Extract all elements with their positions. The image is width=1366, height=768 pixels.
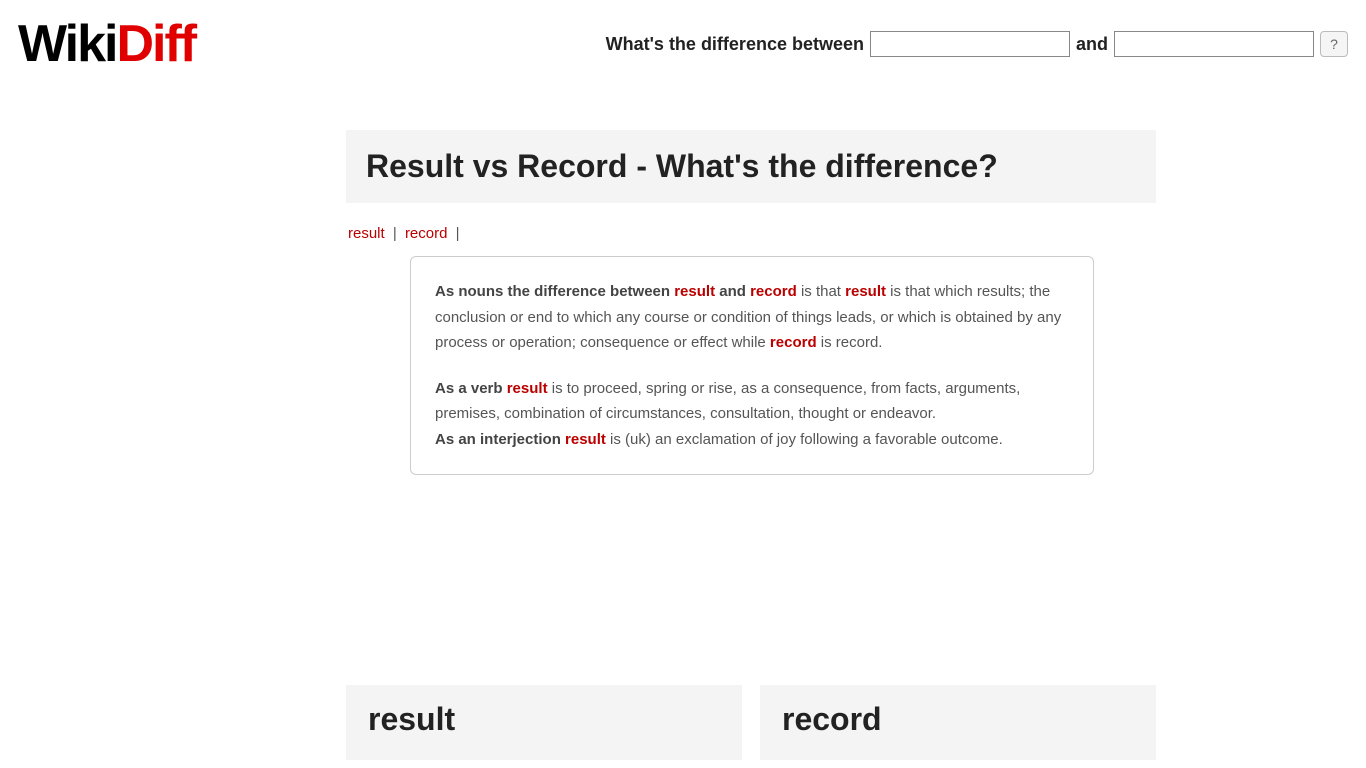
summary-lead: As a verb (435, 380, 507, 397)
summary-lead: As nouns the difference between (435, 283, 674, 300)
summary-lead: As an interjection (435, 431, 565, 448)
term-result: result (507, 380, 548, 397)
page-title-bar: Result vs Record - What's the difference… (346, 130, 1156, 203)
summary-verb-interjection: As a verb result is to proceed, spring o… (435, 376, 1069, 453)
crumb-result[interactable]: result (348, 225, 385, 242)
summary-text: is (uk) an exclamation of joy following … (606, 431, 1003, 448)
word1-input[interactable] (870, 31, 1070, 57)
crumb-sep: | (456, 225, 460, 242)
search-and: and (1076, 34, 1108, 55)
term-record: record (750, 283, 797, 300)
term-result: result (565, 431, 606, 448)
term-result: result (845, 283, 886, 300)
column-heading: record (782, 701, 1134, 738)
summary-text: is that (797, 283, 845, 300)
column-record: record (760, 685, 1156, 760)
term-record: record (770, 334, 817, 351)
column-result: result (346, 685, 742, 760)
summary-and: and (715, 283, 750, 300)
crumb-record[interactable]: record (405, 225, 448, 242)
logo-part2: Diff (116, 15, 195, 73)
breadcrumb: result | record | (348, 225, 1156, 242)
logo-part1: Wiki (18, 15, 116, 73)
search-form: What's the difference between and ? (606, 31, 1348, 57)
help-button[interactable]: ? (1320, 31, 1348, 57)
summary-box: As nouns the difference between result a… (410, 256, 1094, 475)
summary-text: is record. (817, 334, 883, 351)
column-heading: result (368, 701, 720, 738)
page-title: Result vs Record - What's the difference… (366, 148, 1136, 185)
search-prompt: What's the difference between (606, 34, 864, 55)
summary-nouns: As nouns the difference between result a… (435, 279, 1069, 356)
term-result: result (674, 283, 715, 300)
logo[interactable]: WikiDiff (18, 18, 195, 70)
crumb-sep: | (393, 225, 397, 242)
word2-input[interactable] (1114, 31, 1314, 57)
